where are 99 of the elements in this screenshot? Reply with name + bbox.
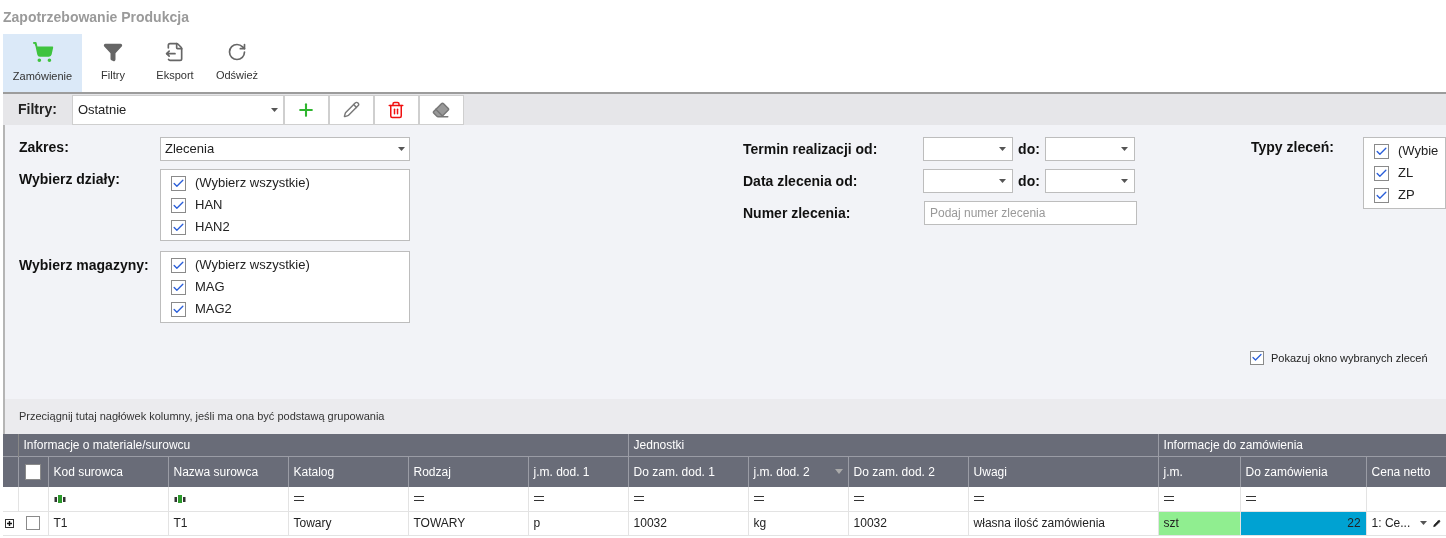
checkbox[interactable] [171, 175, 186, 191]
checkbox-label: (Wybie [1398, 142, 1439, 161]
column-header[interactable]: Do zam. dod. 2 [848, 456, 969, 487]
table-cell: kg [748, 511, 849, 535]
caret-icon [1121, 179, 1128, 183]
toolbar-button[interactable]: Zamówienie [3, 34, 82, 92]
field-label: Data zlecenia od: [743, 171, 859, 191]
checkbox-label: HAN [195, 196, 223, 215]
toolbar-button[interactable]: Eksport [144, 34, 206, 92]
table-cell: p [528, 511, 629, 535]
eraser-icon [432, 100, 451, 119]
date-field[interactable] [923, 169, 1013, 193]
group-hint: Przeciągnij tutaj nagłówek kolumny, jeśli ma ona być podstawą grupowania [19, 409, 385, 425]
text-filter-icon [53, 494, 66, 503]
caret-icon [999, 147, 1006, 151]
caret-icon [1420, 521, 1428, 525]
delete-icon [387, 100, 406, 119]
price-dropdown-cell[interactable]: 1: Ce... [1366, 511, 1446, 535]
filter-icon [103, 42, 123, 63]
equals-icon [1245, 496, 1256, 502]
field-label: Zakres: [19, 138, 70, 157]
field-label: Wybierz magazyny: [19, 256, 150, 275]
date-field[interactable] [1045, 169, 1135, 193]
table-cell: 22 [1240, 511, 1367, 535]
clear-button[interactable] [418, 94, 464, 125]
text-filter-icon [173, 494, 186, 503]
column-header[interactable]: Nazwa surowca [168, 456, 288, 487]
checkbox[interactable] [25, 463, 41, 480]
saved-filter-dropdown[interactable]: Ostatnie [71, 94, 284, 125]
delete-button[interactable] [373, 94, 419, 125]
equals-icon [853, 496, 864, 502]
checkbox[interactable] [1374, 165, 1389, 181]
table-cell: TOWARY [408, 511, 528, 535]
equals-icon [413, 496, 424, 502]
checkbox-label: MAG [195, 278, 225, 297]
add-button[interactable] [283, 94, 329, 125]
checkbox[interactable] [1374, 187, 1389, 203]
equals-icon [293, 496, 304, 502]
checkbox[interactable] [1250, 350, 1264, 365]
checkbox[interactable] [25, 516, 40, 530]
checkbox[interactable] [171, 219, 186, 235]
caret-icon [1121, 147, 1128, 151]
column-header[interactable]: Rodzaj [408, 456, 528, 487]
scope-dropdown[interactable]: Zlecenia [160, 137, 410, 161]
equals-icon [633, 496, 644, 502]
table-cell: T1 [48, 511, 168, 535]
checkbox-label: Pokazuj okno wybranych zleceń [1271, 350, 1428, 366]
refresh-icon [227, 42, 247, 63]
column-header[interactable]: Do zam. dod. 1 [628, 456, 749, 487]
column-header[interactable]: Do zamówienia [1240, 456, 1367, 487]
field-label: Wybierz działy: [19, 170, 121, 189]
column-header[interactable]: Katalog [288, 456, 408, 487]
column-header[interactable]: j.m. dod. 1 [528, 456, 629, 487]
checkbox[interactable] [171, 301, 186, 317]
date-field[interactable] [1045, 137, 1135, 161]
checkbox-label: HAN2 [195, 218, 230, 237]
pencil-icon [342, 101, 360, 118]
checkbox-label: (Wybierz wszystkie) [195, 256, 310, 275]
caret-icon [999, 179, 1006, 183]
equals-icon [1163, 496, 1174, 502]
column-header[interactable]: j.m. dod. 2 [748, 456, 849, 487]
filters-label: Filtry: [17, 100, 58, 119]
checkbox-label: ZL [1398, 164, 1414, 183]
date-field[interactable] [923, 137, 1013, 161]
checkbox-label: ZP [1398, 186, 1415, 205]
order-number-field[interactable]: Podaj numer zlecenia [924, 201, 1137, 225]
field-label: Termin realizacji od: [743, 139, 879, 159]
expand-icon[interactable] [5, 518, 14, 528]
window-title: Zapotrzebowanie Produkcja [3, 7, 189, 27]
table-cell: własna ilość zamówienia [968, 511, 1159, 535]
column-header[interactable]: Uwagi [968, 456, 1159, 487]
table-cell: Towary [288, 511, 408, 535]
checkbox-label: (Wybierz wszystkie) [195, 174, 310, 193]
toolbar-button[interactable]: Odśwież [206, 34, 268, 92]
field-label: Numer zlecenia: [743, 203, 852, 223]
checkbox[interactable] [171, 257, 186, 273]
toolbar-button[interactable]: Filtry [82, 34, 144, 92]
export-icon [165, 42, 185, 63]
table-cell: 10032 [628, 511, 749, 535]
checkbox[interactable] [171, 197, 186, 213]
caret-icon [270, 107, 278, 112]
field-label: do: [1017, 171, 1041, 191]
caret-icon [398, 147, 405, 151]
field-label: do: [1017, 139, 1041, 159]
checkbox[interactable] [1374, 143, 1389, 159]
edit-button[interactable] [328, 94, 374, 125]
column-header[interactable]: j.m. [1158, 456, 1241, 487]
column-header[interactable]: Cena netto [1366, 456, 1446, 487]
equals-icon [973, 496, 984, 502]
cart-icon [31, 41, 54, 64]
equals-icon [753, 496, 764, 502]
table-cell: 10032 [848, 511, 969, 535]
checkbox[interactable] [171, 279, 186, 295]
equals-icon [533, 496, 544, 502]
checkbox-label: MAG2 [195, 300, 232, 319]
field-label: Typy zleceń: [1251, 138, 1335, 157]
column-header[interactable]: Kod surowca [48, 456, 168, 487]
table-cell: T1 [168, 511, 288, 535]
pencil-icon [1433, 517, 1442, 529]
